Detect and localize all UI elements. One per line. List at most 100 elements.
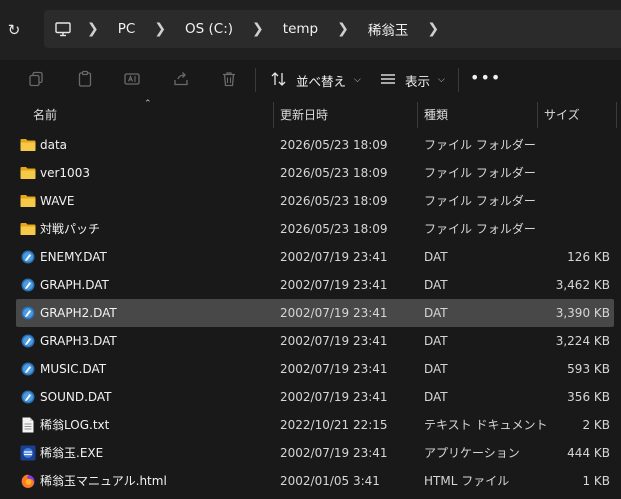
file-name: GRAPH.DAT	[40, 278, 109, 292]
file-row[interactable]: MUSIC.DAT 2002/07/19 23:41 DAT 593 KB	[16, 355, 614, 383]
file-date: 2026/05/23 18:09	[280, 222, 388, 236]
file-type: HTML ファイル	[424, 474, 510, 488]
copy-icon[interactable]	[26, 69, 46, 89]
chevron-right-icon[interactable]: ❯	[154, 21, 166, 37]
column-divider[interactable]	[273, 102, 274, 128]
file-date: 2002/07/19 23:41	[280, 446, 388, 460]
file-date: 2002/07/19 23:41	[280, 362, 388, 376]
file-type: DAT	[424, 390, 448, 404]
sort-label: 並べ替え	[296, 73, 347, 89]
folder-icon	[19, 136, 37, 154]
file-row[interactable]: SOUND.DAT 2002/07/19 23:41 DAT 356 KB	[16, 383, 614, 411]
file-name: 稀翁玉.EXE	[40, 446, 104, 460]
dat-file-icon	[19, 360, 37, 378]
breadcrumb-temp[interactable]: temp	[281, 21, 320, 37]
chevron-right-icon[interactable]: ❯	[427, 21, 439, 37]
file-type: ファイル フォルダー	[424, 194, 536, 208]
folder-icon	[19, 192, 37, 210]
file-type: ファイル フォルダー	[424, 222, 536, 236]
file-row[interactable]: GRAPH3.DAT 2002/07/19 23:41 DAT 3,224 KB	[16, 327, 614, 355]
column-divider[interactable]	[537, 102, 538, 128]
file-type: テキスト ドキュメント	[424, 418, 548, 432]
column-type[interactable]: 種類	[424, 100, 448, 128]
file-type: アプリケーション	[424, 446, 520, 460]
file-name: GRAPH3.DAT	[40, 334, 117, 348]
column-header: ⌃ 名前 更新日時 種類 サイズ	[0, 99, 621, 128]
file-type: DAT	[424, 362, 448, 376]
dat-file-icon	[19, 248, 37, 266]
breadcrumb-folder[interactable]: 稀翁玉	[366, 19, 411, 39]
file-row[interactable]: WAVE 2026/05/23 18:09 ファイル フォルダー	[16, 187, 614, 215]
address-row: ↻ ❯ PC ❯ OS (C:) ❯ temp ❯ 稀翁玉 ❯	[0, 0, 621, 60]
paste-icon[interactable]	[75, 69, 95, 89]
file-row[interactable]: GRAPH2.DAT 2002/07/19 23:41 DAT 3,390 KB	[16, 299, 614, 327]
breadcrumb-pc[interactable]: PC	[116, 21, 138, 37]
file-row[interactable]: 稀翁玉.EXE 2002/07/19 23:41 アプリケーション 444 KB	[16, 439, 614, 467]
file-size: 2 KB	[582, 418, 610, 432]
column-size[interactable]: サイズ	[544, 100, 580, 128]
view-button[interactable]: 表示 ⌵	[379, 66, 445, 94]
dat-file-icon	[19, 276, 37, 294]
file-name: 稀翁玉マニュアル.html	[40, 474, 167, 488]
rename-icon[interactable]	[122, 69, 142, 89]
file-size: 3,462 KB	[555, 278, 610, 292]
chevron-right-icon[interactable]: ❯	[252, 21, 264, 37]
file-name: MUSIC.DAT	[40, 362, 107, 376]
file-date: 2002/01/05 3:41	[280, 474, 380, 488]
dat-file-icon	[19, 388, 37, 406]
share-icon[interactable]	[171, 69, 191, 89]
folder-icon	[19, 220, 37, 238]
file-date: 2002/07/19 23:41	[280, 250, 388, 264]
file-row[interactable]: 対戦パッチ 2026/05/23 18:09 ファイル フォルダー	[16, 215, 614, 243]
file-size: 593 KB	[567, 362, 610, 376]
file-type: DAT	[424, 278, 448, 292]
sort-button[interactable]: 並べ替え ⌵	[270, 66, 361, 94]
column-divider[interactable]	[417, 102, 418, 128]
column-date[interactable]: 更新日時	[280, 100, 328, 128]
breadcrumb: ❯ PC ❯ OS (C:) ❯ temp ❯ 稀翁玉 ❯	[54, 10, 456, 48]
command-bar: 並べ替え ⌵ 表示 ⌵ •••	[0, 60, 621, 100]
file-date: 2002/07/19 23:41	[280, 334, 388, 348]
chevron-right-icon[interactable]: ❯	[337, 21, 349, 37]
file-name: 対戦パッチ	[40, 222, 101, 236]
more-options-icon[interactable]: •••	[470, 69, 500, 91]
file-type: DAT	[424, 306, 448, 320]
file-size: 126 KB	[567, 250, 610, 264]
text-file-icon	[19, 416, 37, 434]
sort-ascending-icon: ⌃	[144, 99, 152, 109]
chevron-right-icon[interactable]: ❯	[87, 21, 99, 37]
file-row[interactable]: ver1003 2026/05/23 18:09 ファイル フォルダー	[16, 159, 614, 187]
file-type: ファイル フォルダー	[424, 166, 536, 180]
sort-arrows-icon	[270, 70, 288, 91]
file-size: 3,390 KB	[555, 306, 610, 320]
file-row[interactable]: data 2026/05/23 18:09 ファイル フォルダー	[16, 131, 614, 159]
delete-icon[interactable]	[219, 69, 239, 89]
file-name: data	[40, 138, 68, 152]
file-type: ファイル フォルダー	[424, 138, 536, 152]
file-row[interactable]: 稀翁玉マニュアル.html 2002/01/05 3:41 HTML ファイル 1 K…	[16, 467, 614, 495]
file-size: 444 KB	[567, 446, 610, 460]
toolbar-divider	[255, 68, 256, 92]
file-date: 2002/07/19 23:41	[280, 306, 388, 320]
file-row[interactable]: GRAPH.DAT 2002/07/19 23:41 DAT 3,462 KB	[16, 271, 614, 299]
breadcrumb-drive[interactable]: OS (C:)	[183, 21, 235, 37]
file-row[interactable]: 稀翁LOG.txt 2022/10/21 22:15 テキスト ドキュメント 2 KB	[16, 411, 614, 439]
column-name[interactable]: 名前	[33, 100, 57, 128]
file-explorer-window: ↻ ❯ PC ❯ OS (C:) ❯ temp ❯ 稀翁玉 ❯ 並べ替え ⌵ 表…	[0, 0, 621, 499]
chevron-down-icon: ⌵	[438, 75, 445, 85]
file-name: GRAPH2.DAT	[40, 306, 117, 320]
html-file-icon	[19, 472, 37, 490]
chevron-down-icon: ⌵	[354, 75, 361, 85]
file-date: 2002/07/19 23:41	[280, 390, 388, 404]
file-date: 2022/10/21 22:15	[280, 418, 388, 432]
file-date: 2026/05/23 18:09	[280, 166, 388, 180]
monitor-icon[interactable]	[54, 20, 72, 38]
column-divider[interactable]	[616, 102, 617, 128]
address-bar[interactable]: ❯ PC ❯ OS (C:) ❯ temp ❯ 稀翁玉 ❯	[44, 10, 621, 48]
file-row[interactable]: ENEMY.DAT 2002/07/19 23:41 DAT 126 KB	[16, 243, 614, 271]
file-name: SOUND.DAT	[40, 390, 112, 404]
file-name: ENEMY.DAT	[40, 250, 107, 264]
folder-icon	[19, 164, 37, 182]
refresh-icon[interactable]: ↻	[4, 20, 24, 40]
file-name: 稀翁LOG.txt	[40, 418, 110, 432]
